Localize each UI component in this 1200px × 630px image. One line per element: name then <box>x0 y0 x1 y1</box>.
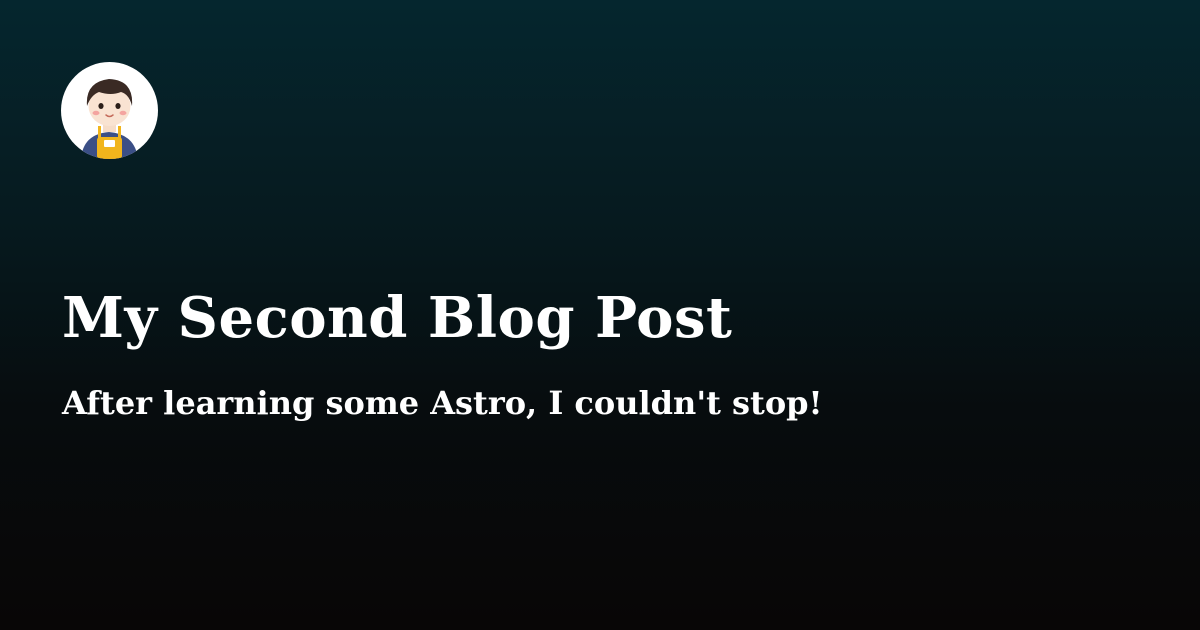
author-avatar <box>61 62 158 159</box>
cartoon-avatar-icon <box>81 79 138 159</box>
post-title: My Second Blog Post <box>62 285 733 351</box>
post-description: After learning some Astro, I couldn't st… <box>62 384 823 422</box>
